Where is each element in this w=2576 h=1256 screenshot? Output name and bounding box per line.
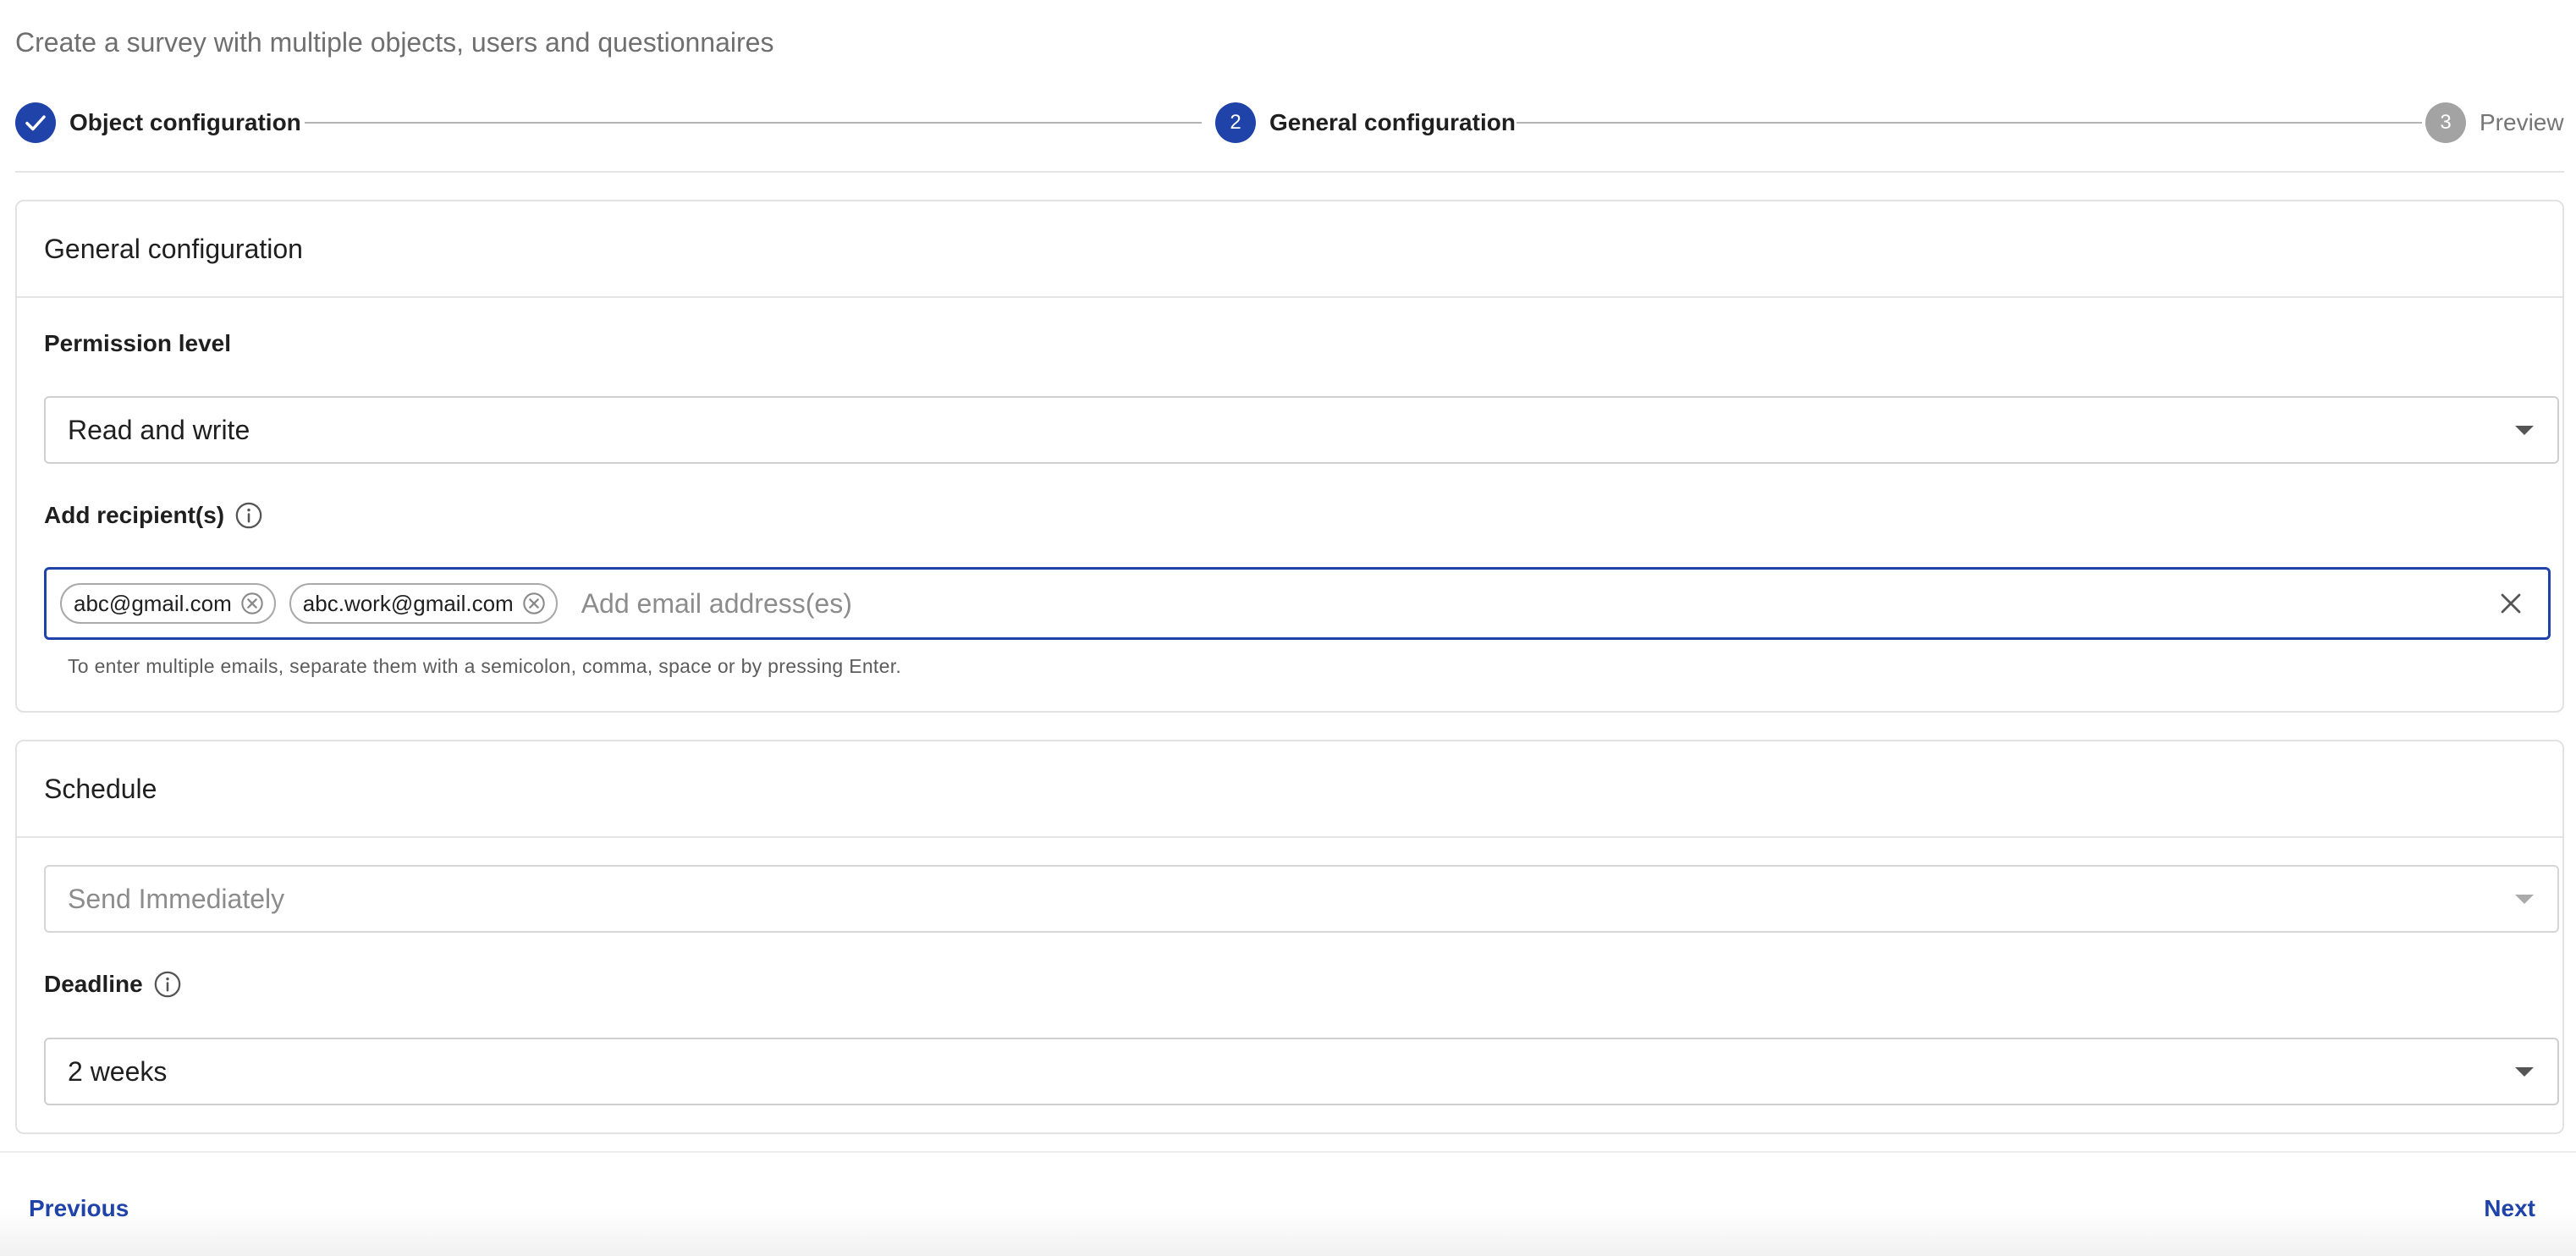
step-1-label: Object configuration (69, 109, 301, 135)
create-survey-page: Create a survey with multiple objects, u… (0, 0, 2576, 1256)
info-icon[interactable] (234, 501, 263, 530)
step-2-number: 2 (1230, 111, 1241, 134)
permission-level-value: Read and write (68, 414, 250, 445)
close-icon[interactable] (2494, 587, 2528, 620)
recipients-email-field[interactable]: abc@gmail.com abc.work@gmail.com (44, 567, 2551, 640)
recipients-helper-text: To enter multiple emails, separate them … (68, 655, 902, 677)
close-circle-icon[interactable] (240, 592, 264, 615)
schedule-value: Send Immediately (68, 883, 285, 914)
permission-level-select[interactable]: Read and write (44, 396, 2559, 464)
step-connector-1 (305, 122, 1202, 124)
add-recipients-label: Add recipient(s) (44, 501, 263, 530)
recipient-chip-label: abc.work@gmail.com (302, 590, 514, 616)
schedule-select[interactable]: Send Immediately (44, 865, 2559, 933)
step-3-indicator: 3 (2425, 102, 2466, 143)
chevron-down-icon (2515, 1067, 2534, 1077)
step-preview[interactable]: 3 Preview (2425, 102, 2564, 144)
page-subtitle: Create a survey with multiple objects, u… (15, 27, 774, 58)
permission-level-label-text: Permission level (44, 330, 232, 356)
email-input[interactable] (579, 587, 2494, 620)
next-button[interactable]: Next (2484, 1195, 2535, 1222)
step-1-indicator (15, 102, 56, 143)
chevron-down-icon (2515, 426, 2534, 435)
step-object-configuration[interactable]: Object configuration (15, 102, 301, 144)
general-configuration-card: General configuration Permission level R… (15, 200, 2564, 713)
add-recipients-label-text: Add recipient(s) (44, 502, 225, 528)
permission-level-label: Permission level (44, 330, 231, 357)
previous-button[interactable]: Previous (29, 1195, 129, 1222)
chevron-down-icon (2515, 895, 2534, 904)
deadline-value: 2 weeks (68, 1055, 168, 1087)
recipient-chip: abc.work@gmail.com (289, 583, 558, 624)
step-2-indicator: 2 (1215, 102, 1256, 143)
recipient-chip: abc@gmail.com (60, 583, 276, 624)
checkmark-icon (25, 115, 46, 131)
info-icon[interactable] (153, 970, 182, 999)
schedule-card: Schedule Send Immediately Deadline 2 wee… (15, 740, 2564, 1134)
stepper: Object configuration 2 General configura… (15, 102, 2564, 144)
step-general-configuration[interactable]: 2 General configuration (1215, 102, 1516, 144)
close-circle-icon[interactable] (522, 592, 546, 615)
step-3-label: Preview (2480, 109, 2564, 135)
deadline-label: Deadline (44, 970, 182, 999)
deadline-label-text: Deadline (44, 971, 143, 997)
stepper-divider (15, 171, 2564, 173)
card-title: General configuration (17, 201, 2562, 298)
step-3-number: 3 (2440, 111, 2452, 134)
step-2-label: General configuration (1269, 109, 1516, 135)
step-connector-2 (1516, 122, 2422, 124)
card-title: Schedule (17, 741, 2562, 838)
footer-bar: Previous Next (0, 1153, 2576, 1256)
recipient-chip-label: abc@gmail.com (74, 590, 232, 616)
deadline-select[interactable]: 2 weeks (44, 1038, 2559, 1105)
